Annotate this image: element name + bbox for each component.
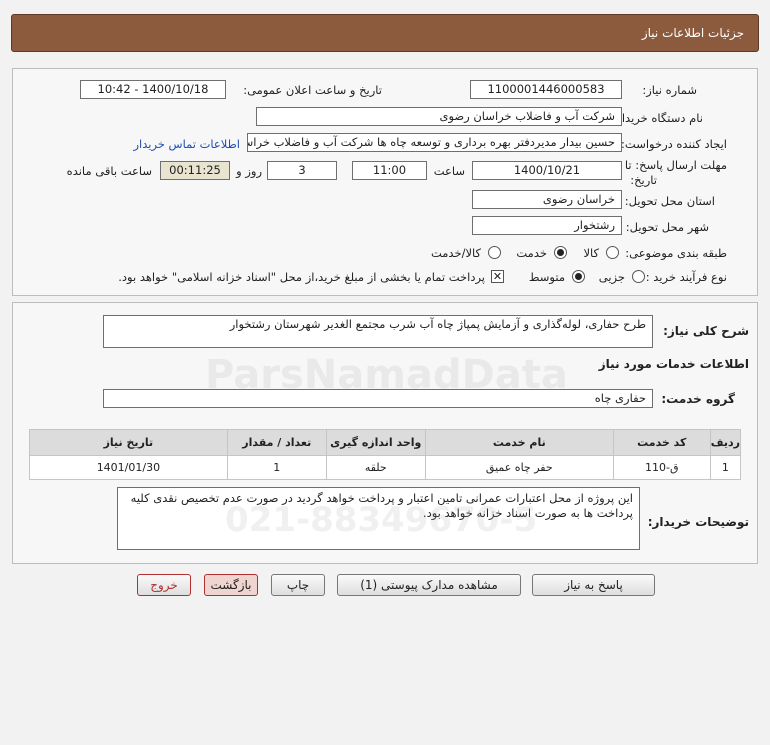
need-description-panel: شرح کلی نیاز: طرح حفاری، لوله‌گذاری و آز… [12,302,758,564]
print-button[interactable]: چاپ [271,574,325,596]
col-unit: واحد اندازه گیری [325,429,426,456]
cell-unit: حلقه [325,455,426,480]
cell-need-date: 1401/01/30 [29,455,228,480]
service-group-label: گروه خدمت: [661,392,735,406]
process-radio-medium[interactable] [572,270,585,283]
process-option-medium: متوسط [528,270,565,284]
col-quantity: تعداد / مقدار [226,429,327,456]
category-radio-goods[interactable] [606,246,619,259]
category-radio-both[interactable] [488,246,501,259]
process-radio-minor[interactable] [632,270,645,283]
buyer-field: شرکت آب و فاضلاب خراسان رضوی [256,107,622,126]
city-label: شهر محل تحویل: [625,220,709,234]
buyer-label: نام دستگاه خریدار: [612,111,703,125]
process-label: نوع فرآیند خرید : [645,270,727,284]
exit-button[interactable]: خروج [137,574,191,596]
creator-field: حسین بیدار مدیردفتر بهره برداری و توسعه … [247,133,622,152]
category-option-both: کالا/خدمت [430,246,481,260]
category-radio-service[interactable] [554,246,567,259]
treasury-payment-note: پرداخت تمام یا بخشی از مبلغ خرید،از محل … [118,270,485,284]
deadline-label: مهلت ارسال پاسخ: تا [624,158,727,172]
description-label: شرح کلی نیاز: [663,324,749,338]
need-number-label: شماره نیاز: [642,83,697,97]
days-field: 3 [267,161,337,180]
service-group-field: حفاری چاه [103,389,653,408]
reply-button[interactable]: پاسخ به نیاز [532,574,655,596]
province-field: خراسان رضوی [472,190,622,209]
buyer-notes-field: این پروژه از محل اعتبارات عمرانی تامین ا… [117,487,640,550]
table-header-row: ردیف کد خدمت نام خدمت واحد اندازه گیری ت… [29,429,742,456]
deadline-time-field: 11:00 [352,161,427,180]
col-row: ردیف [709,429,742,456]
attachments-button[interactable]: مشاهده مدارک پیوستی (1) [337,574,521,596]
page-title: جزئیات اطلاعات نیاز [641,26,744,40]
province-label: استان محل تحویل: [624,194,715,208]
table-row: 1 ق-110 حفر چاه عمیق حلقه 1 1401/01/30 [29,455,742,480]
remaining-time-field: 00:11:25 [160,161,230,180]
services-section-title: اطلاعات خدمات مورد نیاز [598,357,749,371]
process-option-minor: جزیی [598,270,625,284]
col-service-name: نام خدمت [424,429,614,456]
city-field: رشتخوار [472,216,622,235]
treasury-payment-checkbox[interactable]: ✕ [491,270,504,283]
announce-label: تاریخ و ساعت اعلان عمومی: [243,83,382,97]
cell-service-name: حفر چاه عمیق [424,455,614,480]
days-label: روز و [236,164,262,178]
cell-row: 1 [709,455,742,480]
announce-field: 1400/10/18 - 10:42 [80,80,226,99]
buyer-contact-link[interactable]: اطلاعات تماس خریدار [133,137,240,151]
cell-service-code: ق-110 [612,455,711,480]
creator-label: ایجاد کننده درخواست: [621,137,727,151]
category-label: طبقه بندی موضوعی: [625,246,727,260]
buyer-notes-label: توضیحات خریدار: [647,515,749,529]
description-field: طرح حفاری، لوله‌گذاری و آزمایش پمپاژ چاه… [103,315,653,348]
need-details-panel: شماره نیاز: 1100001446000583 تاریخ و ساع… [12,68,758,296]
deadline-time-label: ساعت [433,164,465,178]
col-service-code: کد خدمت [612,429,711,456]
page-header: جزئیات اطلاعات نیاز [11,14,759,52]
services-table: ردیف کد خدمت نام خدمت واحد اندازه گیری ت… [29,429,742,480]
need-number-field: 1100001446000583 [470,80,622,99]
deadline-date-field: 1400/10/21 [472,161,622,180]
cell-quantity: 1 [226,455,327,480]
category-option-service: خدمت [516,246,547,260]
deadline-label-2: تاریخ: [630,173,657,187]
category-option-goods: کالا [583,246,599,260]
col-need-date: تاریخ نیاز [29,429,228,456]
remaining-label: ساعت باقی مانده [66,164,152,178]
back-button[interactable]: بازگشت [204,574,258,596]
